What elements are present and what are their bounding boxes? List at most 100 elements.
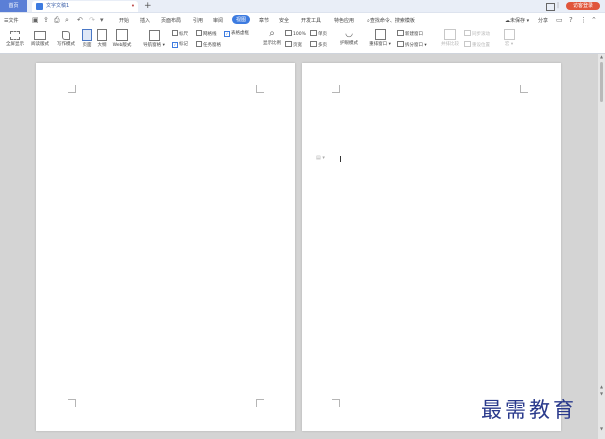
nav-pane-button[interactable]: 导航窗格 ▾ [140, 30, 168, 48]
scroll-up-icon[interactable]: ▲ [598, 54, 605, 59]
multi-page-button[interactable]: 多页 [310, 41, 327, 48]
save-icon[interactable]: ▣ [32, 16, 39, 24]
split-window-icon [397, 41, 404, 47]
checkbox-checked-icon: ✓ [172, 42, 178, 48]
side-by-side-icon [444, 29, 456, 40]
home-tab[interactable]: 首页 [0, 0, 27, 12]
menu-page-layout[interactable]: 页面布局 [161, 17, 181, 24]
nav-pane-label: 导航窗格 ▾ [143, 43, 165, 48]
macro-icon [503, 29, 515, 40]
margin-marker-top-left [332, 85, 340, 93]
menu-view[interactable]: 视图 [232, 15, 251, 24]
window-layout-icon[interactable] [546, 3, 555, 11]
file-menu[interactable]: ☰文件 [4, 17, 19, 24]
page-view-button[interactable]: 页面 [80, 29, 94, 48]
table-grid-label: 表格虚框 [231, 31, 249, 36]
web-view-button[interactable]: Web版式 [110, 29, 134, 48]
help-icon[interactable]: ? [569, 16, 573, 24]
margin-marker-bottom-left [332, 399, 340, 407]
zoom-100-icon [285, 30, 292, 36]
export-icon[interactable]: ⇪ [43, 16, 49, 24]
eye-mode-button[interactable]: ◡ 护眼模式 [337, 29, 361, 46]
menu-references[interactable]: 引用 [193, 17, 203, 24]
scroll-down-icon[interactable]: ▼ [598, 426, 605, 431]
checkbox-icon [196, 30, 202, 36]
command-search[interactable]: ⌕查找命令、搜索模板 [367, 17, 415, 24]
margin-marker-top-right [520, 85, 528, 93]
scroll-up-page-icon[interactable]: ▲ [598, 384, 605, 389]
document-tab[interactable]: 文字文稿1 • [32, 1, 138, 12]
sync-scroll-icon [464, 30, 471, 36]
menu-section[interactable]: 章节 [259, 17, 269, 24]
reading-mode-label: 阅读版式 [31, 42, 49, 47]
outline-icon [97, 29, 107, 41]
reset-position-button[interactable]: 重设位置 [464, 41, 490, 48]
quick-access-dropdown-icon[interactable]: ▾ [100, 16, 104, 24]
new-tab-button[interactable]: + [144, 0, 152, 12]
margin-marker-top-right [256, 85, 264, 93]
paragraph-handle-icon[interactable]: ▤ ▾ [316, 155, 325, 161]
ruler-label: 标尺 [179, 32, 188, 37]
full-screen-button[interactable]: 全屏显示 [4, 31, 26, 47]
single-page-label: 单页 [318, 32, 327, 37]
outline-button[interactable]: 大纲 [95, 29, 109, 48]
menu-review[interactable]: 审阅 [213, 17, 223, 24]
page-view-icon [82, 29, 92, 41]
print-icon[interactable]: ⎙ [54, 16, 60, 25]
share-button[interactable]: 分享 [538, 17, 548, 24]
macro-button[interactable]: 宏 ▾ [502, 29, 516, 47]
more-icon[interactable]: ⋮ [580, 16, 587, 24]
comment-icon[interactable]: ▭ [556, 16, 563, 24]
menu-security[interactable]: 安全 [279, 17, 289, 24]
split-window-button[interactable]: 拆分窗口 ▾ [397, 41, 427, 48]
markup-label: 标记 [179, 42, 188, 47]
reading-mode-button[interactable]: 阅读版式 [28, 31, 52, 47]
vertical-scrollbar[interactable]: ▲ ▲ ▼ ▼ [598, 54, 605, 439]
zoom-button[interactable]: ⌕ 显示比例 [260, 28, 284, 47]
magnifier-icon: ⌕ [269, 28, 275, 39]
rearrange-windows-button[interactable]: 重排窗口 ▾ [366, 29, 394, 47]
split-window-label: 拆分窗口 [405, 43, 423, 48]
document-page-2[interactable]: ▤ ▾ [302, 63, 561, 431]
full-screen-icon [10, 31, 20, 40]
task-pane-checkbox[interactable]: 任务窗格 [196, 41, 221, 48]
page-width-label: 页宽 [293, 43, 302, 48]
sync-scroll-button[interactable]: 同步滚动 [464, 30, 490, 37]
document-tab-close-icon[interactable]: • [131, 1, 135, 12]
write-mode-button[interactable]: 写作模式 [54, 31, 78, 47]
menu-start[interactable]: 开始 [119, 17, 129, 24]
collapse-ribbon-icon[interactable]: ⌃ [591, 16, 597, 24]
page-width-button[interactable]: 页宽 [285, 41, 302, 48]
macro-label: 宏 ▾ [504, 42, 514, 47]
reset-position-icon [464, 41, 471, 47]
single-page-icon [310, 30, 317, 36]
menu-insert[interactable]: 插入 [140, 17, 150, 24]
menu-special-apps[interactable]: 特色应用 [334, 17, 354, 24]
wps-writer-icon [36, 3, 43, 10]
page-view-label: 页面 [82, 43, 92, 48]
task-pane-label: 任务窗格 [203, 43, 221, 48]
outline-label: 大纲 [97, 43, 107, 48]
redo-icon[interactable]: ↷ [89, 16, 95, 24]
markup-checkbox[interactable]: ✓ 标记 [172, 41, 188, 48]
file-menu-label: 文件 [8, 18, 19, 24]
single-page-button[interactable]: 单页 [310, 30, 327, 37]
table-grid-checkbox[interactable]: ✓ 表格虚框 [224, 30, 249, 37]
undo-icon[interactable]: ↶ [77, 16, 83, 24]
separator: | [557, 2, 560, 9]
zoom-100-button[interactable]: 100% [285, 30, 306, 37]
document-page-1[interactable] [36, 63, 295, 431]
pen-icon [62, 31, 70, 40]
scroll-down-page-icon[interactable]: ▼ [598, 391, 605, 396]
print-preview-icon[interactable]: ⌕ [65, 16, 69, 25]
unsaved-status[interactable]: ☁未保存 ▾ [505, 17, 529, 24]
scrollbar-thumb[interactable] [600, 62, 603, 102]
ruler-checkbox[interactable]: 标尺 [172, 30, 188, 37]
new-window-button[interactable]: 新建窗口 [397, 30, 423, 37]
menu-developer-tools[interactable]: 开发工具 [301, 17, 321, 24]
margin-marker-top-left [68, 85, 76, 93]
web-view-icon [116, 29, 128, 41]
login-button[interactable]: 访客登录 [566, 2, 600, 10]
side-by-side-button[interactable]: 并排比较 [438, 29, 462, 47]
grid-checkbox[interactable]: 网格线 [196, 30, 217, 37]
